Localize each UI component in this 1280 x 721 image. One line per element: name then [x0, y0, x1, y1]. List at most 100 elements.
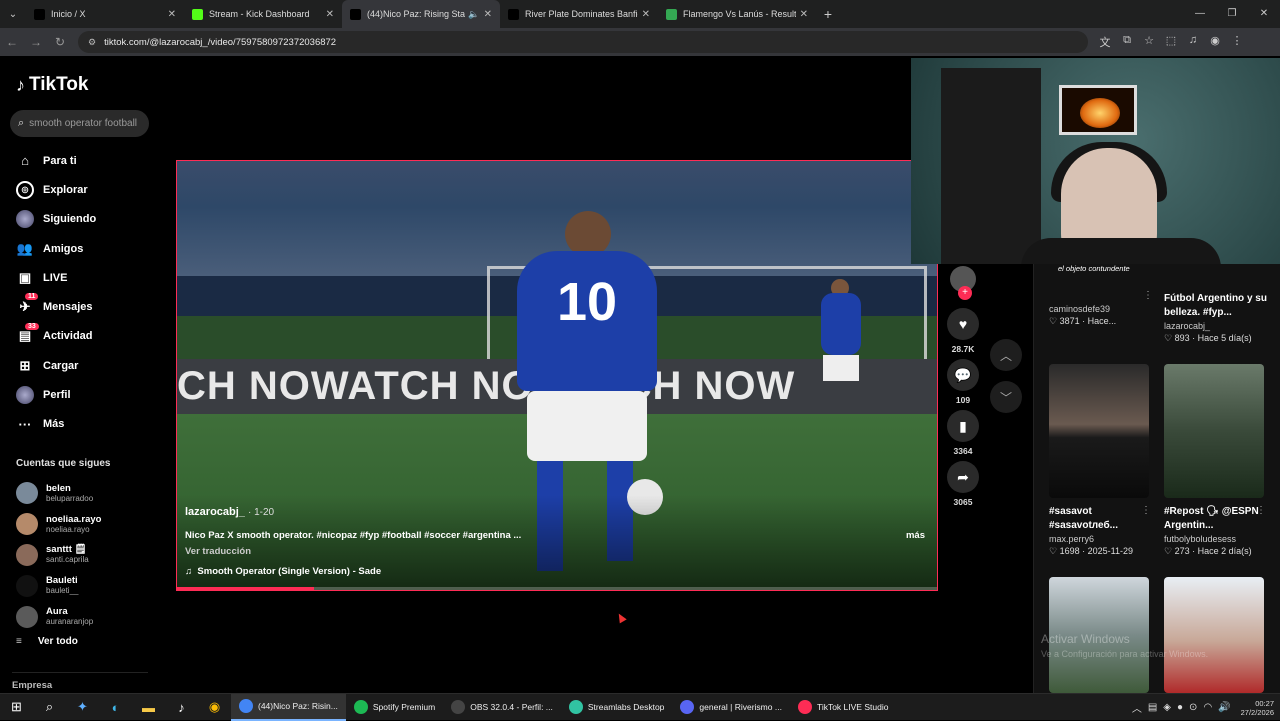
copilot-icon[interactable]: ✦ [66, 694, 99, 721]
tab-close-icon[interactable]: ✕ [800, 9, 808, 20]
comment-action[interactable]: 💬 109 [946, 359, 980, 410]
browser-tab[interactable]: (44)Nico Paz: Rising Star of🔈 ✕ [342, 0, 500, 28]
comment-icon[interactable]: 💬 [947, 359, 979, 391]
see-all-button[interactable]: ≡ Ver todo [16, 636, 78, 647]
chevron-down-icon[interactable]: ﹀ [990, 381, 1022, 413]
volume-icon[interactable]: 🔊 [1218, 702, 1230, 713]
feed-card-4[interactable]: ⋮ #Repost 🗣 @ESPN Argentin... futbolybol… [1164, 505, 1268, 557]
card-user[interactable]: futbolyboludesess [1164, 534, 1268, 544]
following-item[interactable]: santtt 🗒 santi.caprila [16, 540, 101, 571]
feed-thumbnail-6[interactable] [1164, 577, 1264, 693]
sidebar-item-mensajes[interactable]: ✈ 11 Mensajes [16, 292, 96, 321]
sidebar-item-explorar[interactable]: ◎ Explorar [16, 175, 96, 204]
author-avatar[interactable]: + [950, 266, 976, 300]
sidebar-item-siguiendo[interactable]: Siguiendo [16, 205, 96, 234]
sidebar-item-m-s[interactable]: ··· Más [16, 410, 96, 439]
sidebar-item-perfil[interactable]: Perfil [16, 380, 96, 409]
following-item[interactable]: Aura auranaranjop [16, 601, 101, 632]
sidebar-item-live[interactable]: ▣ LIVE [16, 263, 96, 292]
file-explorer-icon[interactable]: ▬ [132, 694, 165, 721]
tab-close-icon[interactable]: ✕ [168, 9, 176, 20]
music-link[interactable]: ♫ Smooth Operator (Single Version) - Sad… [185, 566, 381, 577]
media-control-icon[interactable]: ♫ [1182, 34, 1204, 50]
taskbar-search-icon[interactable]: ⌕ [33, 694, 66, 721]
feed-card-1[interactable]: ⋮ caminosdefe39 ♡ 3871 · Hace... [1049, 290, 1153, 327]
card-user[interactable]: lazarocabj_ [1164, 321, 1268, 331]
tray-steam-icon[interactable]: ⊙ [1189, 702, 1197, 713]
cast-icon[interactable]: ⧉ [1116, 34, 1138, 50]
card-menu-icon[interactable]: ⋮ [1141, 505, 1151, 516]
clock[interactable]: 00:27 27/2/2026 [1241, 699, 1274, 717]
card-menu-icon[interactable]: ⋮ [1143, 290, 1153, 301]
tray-app-icon[interactable]: ▤ [1148, 702, 1157, 713]
new-tab-button[interactable]: + [816, 6, 840, 22]
feed-thumbnail-4[interactable] [1164, 364, 1264, 498]
share-action[interactable]: ➦ 3065 [946, 461, 980, 512]
chevron-up-icon[interactable]: ︿ [990, 339, 1022, 371]
edge-icon[interactable]: ◐ [99, 694, 132, 721]
sidebar-item-cargar[interactable]: ⊞ Cargar [16, 351, 96, 380]
feed-thumbnail-3[interactable] [1049, 364, 1149, 498]
close-window-button[interactable]: ✕ [1248, 0, 1280, 28]
save-action[interactable]: ▮ 3364 [946, 410, 980, 461]
tab-audio-icon[interactable]: 🔈 [468, 9, 479, 20]
tray-shield-icon[interactable]: ◈ [1163, 702, 1171, 713]
company-link[interactable]: Empresa [12, 680, 52, 691]
following-item[interactable]: Bauleti bauleti__ [16, 570, 101, 601]
profile-icon[interactable]: ◉ [1204, 34, 1226, 50]
sidebar-item-actividad[interactable]: ▤ 33 Actividad [16, 322, 96, 351]
following-item[interactable]: noeliaa.rayo noeliaa.rayo [16, 509, 101, 540]
video-author[interactable]: lazarocabj_ · 1-20 [185, 506, 274, 518]
url-field[interactable]: ⚙ tiktok.com/@lazarocabj_/video/75975809… [78, 31, 1088, 53]
tray-chevron-icon[interactable]: ︿ [1132, 700, 1142, 715]
heart-icon[interactable]: ♥ [947, 308, 979, 340]
browser-tab[interactable]: Flamengo Vs Lanús - Resultado ✕ [658, 0, 816, 28]
video-player[interactable]: CH NOWATCH NOWATCH NOW 10 lazarocabj_ · … [176, 160, 938, 591]
tab-close-icon[interactable]: ✕ [484, 9, 492, 20]
browser-menu-icon[interactable]: ⋮ [1226, 34, 1248, 50]
follow-plus-icon[interactable]: + [958, 286, 972, 300]
taskbar-app[interactable]: TikTok LIVE Studio [790, 694, 897, 721]
share-icon[interactable]: ➦ [947, 461, 979, 493]
translate-icon[interactable]: 文 [1094, 34, 1116, 50]
following-item[interactable]: belen beluparradoo [16, 478, 101, 509]
translate-link[interactable]: Ver traducción [185, 546, 251, 557]
more-button[interactable]: más [906, 530, 925, 541]
reload-icon[interactable]: ↻ [48, 35, 72, 49]
restore-button[interactable]: ❐ [1216, 0, 1248, 28]
taskbar-app[interactable]: general | Riverismo ... [672, 694, 790, 721]
browser-tab[interactable]: Inicio / X ✕ [26, 0, 184, 28]
sidebar-item-amigos[interactable]: 👥 Amigos [16, 234, 96, 263]
sidebar-item-para-ti[interactable]: ⌂ Para ti [16, 146, 96, 175]
search-input[interactable]: ⌕ smooth operator football [10, 110, 149, 137]
tab-search-button[interactable]: ⌄ [0, 0, 26, 28]
browser-tab[interactable]: Stream - Kick Dashboard ✕ [184, 0, 342, 28]
windows-start-icon[interactable]: ⊞ [0, 694, 33, 721]
taskbar-app[interactable]: OBS 32.0.4 - Perfil: ... [443, 694, 561, 721]
bookmark-star-icon[interactable]: ☆ [1138, 34, 1160, 50]
taskbar-app[interactable]: Spotify Premium [346, 694, 443, 721]
tray-app2-icon[interactable]: ● [1177, 702, 1183, 713]
minimize-button[interactable]: — [1184, 0, 1216, 28]
tiktok-taskbar-icon[interactable]: ♪ [165, 694, 198, 721]
tiktok-logo[interactable]: ♪ TikTok [16, 74, 88, 96]
extensions-icon[interactable]: ⬚ [1160, 34, 1182, 50]
back-icon[interactable]: ← [0, 35, 24, 49]
card-user[interactable]: max.perry6 [1049, 534, 1153, 544]
forward-icon[interactable]: → [24, 35, 48, 49]
chrome-icon[interactable]: ◉ [198, 694, 231, 721]
video-progress-bar[interactable] [177, 587, 937, 590]
like-action[interactable]: ♥ 28.7K [946, 308, 980, 359]
author-name[interactable]: lazarocabj_ [185, 506, 245, 518]
tab-close-icon[interactable]: ✕ [326, 9, 334, 20]
browser-tab[interactable]: River Plate Dominates Banfield ✕ [500, 0, 658, 28]
tab-close-icon[interactable]: ✕ [642, 9, 650, 20]
site-info-icon[interactable]: ⚙ [88, 37, 96, 48]
taskbar-app[interactable]: (44)Nico Paz: Risin... [231, 693, 346, 721]
feed-card-3[interactable]: ⋮ #sasavot #sasavotлеб... max.perry6 ♡ 1… [1049, 505, 1153, 557]
card-menu-icon[interactable]: ⋮ [1256, 505, 1266, 516]
taskbar-app[interactable]: Streamlabs Desktop [561, 694, 673, 721]
wifi-icon[interactable]: ◠ [1203, 702, 1212, 713]
bookmark-icon[interactable]: ▮ [947, 410, 979, 442]
card-user[interactable]: caminosdefe39 [1049, 304, 1153, 314]
